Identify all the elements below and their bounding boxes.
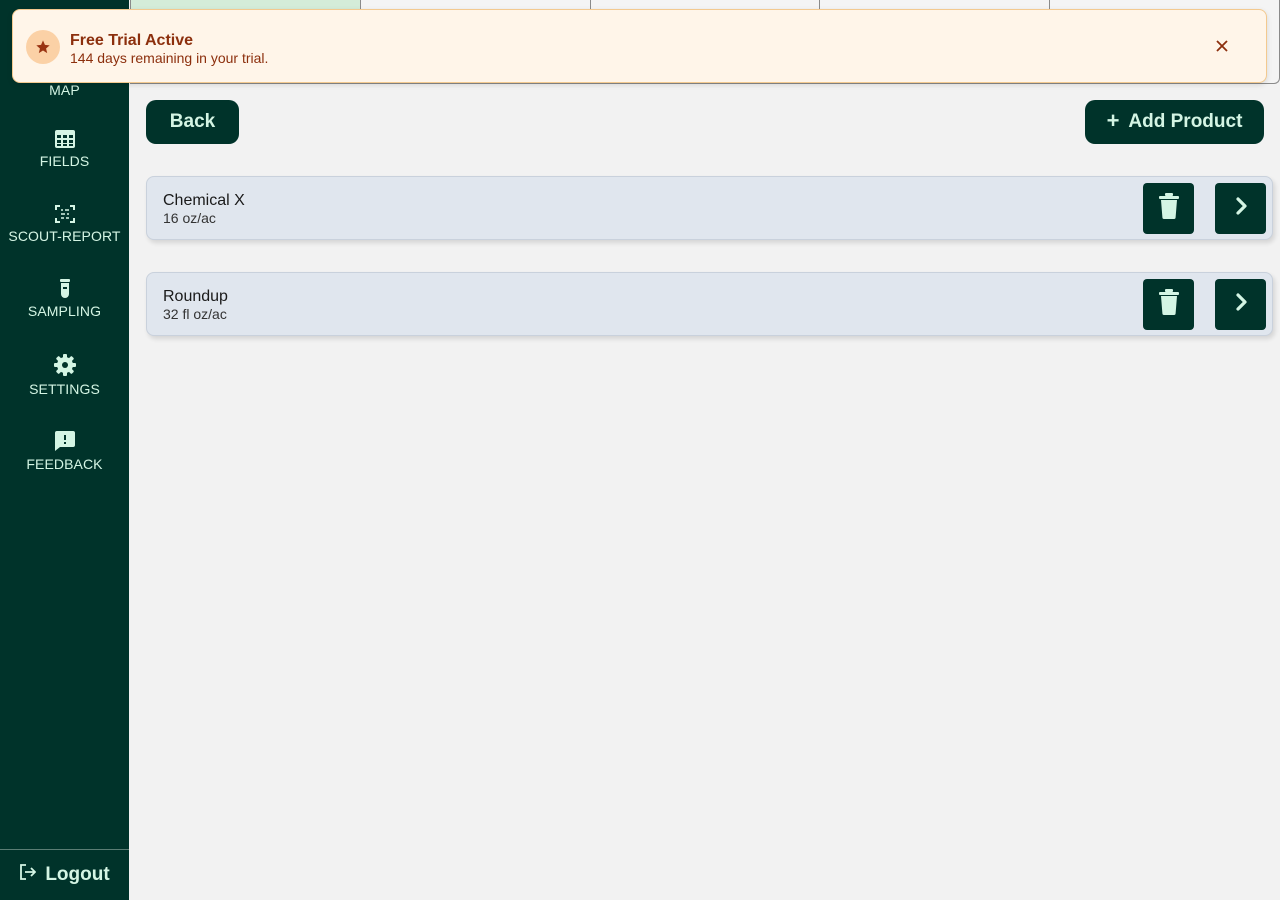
trial-message: 144 days remaining in your trial. <box>70 50 269 66</box>
sidebar-item-label: SCOUT-REPORT <box>8 228 121 244</box>
sidebar-item-label: FEEDBACK <box>26 456 103 472</box>
sidebar-item-label: SETTINGS <box>29 381 100 397</box>
product-rate: 32 fl oz/ac <box>163 306 227 322</box>
open-button[interactable] <box>1215 279 1266 330</box>
trash-icon <box>1158 289 1179 320</box>
logout-button[interactable]: Logout <box>0 849 129 900</box>
product-name: Chemical X <box>163 192 245 209</box>
delete-button[interactable] <box>1143 183 1194 234</box>
sidebar-item-scout-report[interactable]: SCOUT-REPORT <box>0 204 129 244</box>
trash-icon <box>1158 193 1179 224</box>
feedback-icon <box>54 430 76 452</box>
chevron-right-icon <box>1234 197 1248 220</box>
logout-label: Logout <box>45 864 110 885</box>
scan-icon <box>54 204 75 224</box>
test-tube-icon <box>59 279 71 299</box>
logout-icon <box>19 864 45 886</box>
add-product-button[interactable]: + Add Product <box>1085 100 1264 144</box>
chevron-right-icon <box>1234 293 1248 316</box>
sidebar-item-fields[interactable]: FIELDS <box>0 129 129 169</box>
sidebar-item-feedback[interactable]: FEEDBACK <box>0 430 129 472</box>
close-icon[interactable] <box>1214 38 1230 54</box>
add-product-label: Add Product <box>1128 111 1243 132</box>
sidebar-item-settings[interactable]: SETTINGS <box>0 353 129 397</box>
product-rate: 16 oz/ac <box>163 210 216 226</box>
star-icon <box>26 30 60 64</box>
sidebar-item-label: SAMPLING <box>27 303 102 319</box>
trial-title: Free Trial Active <box>70 32 194 49</box>
sidebar: MAP FIELDS SCOUT-REPORT SAMPLING SETTING… <box>0 0 129 900</box>
product-name: Roundup <box>163 288 228 305</box>
list-item[interactable]: Roundup 32 fl oz/ac <box>146 272 1273 336</box>
sidebar-item-sampling[interactable]: SAMPLING <box>0 279 129 319</box>
back-button[interactable]: Back <box>146 100 239 144</box>
gear-icon <box>53 353 77 377</box>
trial-banner: Free Trial Active 144 days remaining in … <box>12 9 1267 83</box>
sidebar-item-label: FIELDS <box>39 153 90 169</box>
list-item[interactable]: Chemical X 16 oz/ac <box>146 176 1273 240</box>
back-button-label: Back <box>169 111 216 132</box>
plus-icon: + <box>1106 108 1120 133</box>
delete-button[interactable] <box>1143 279 1194 330</box>
open-button[interactable] <box>1215 183 1266 234</box>
grid-icon <box>54 129 76 149</box>
sidebar-item-label: MAP <box>49 82 80 98</box>
